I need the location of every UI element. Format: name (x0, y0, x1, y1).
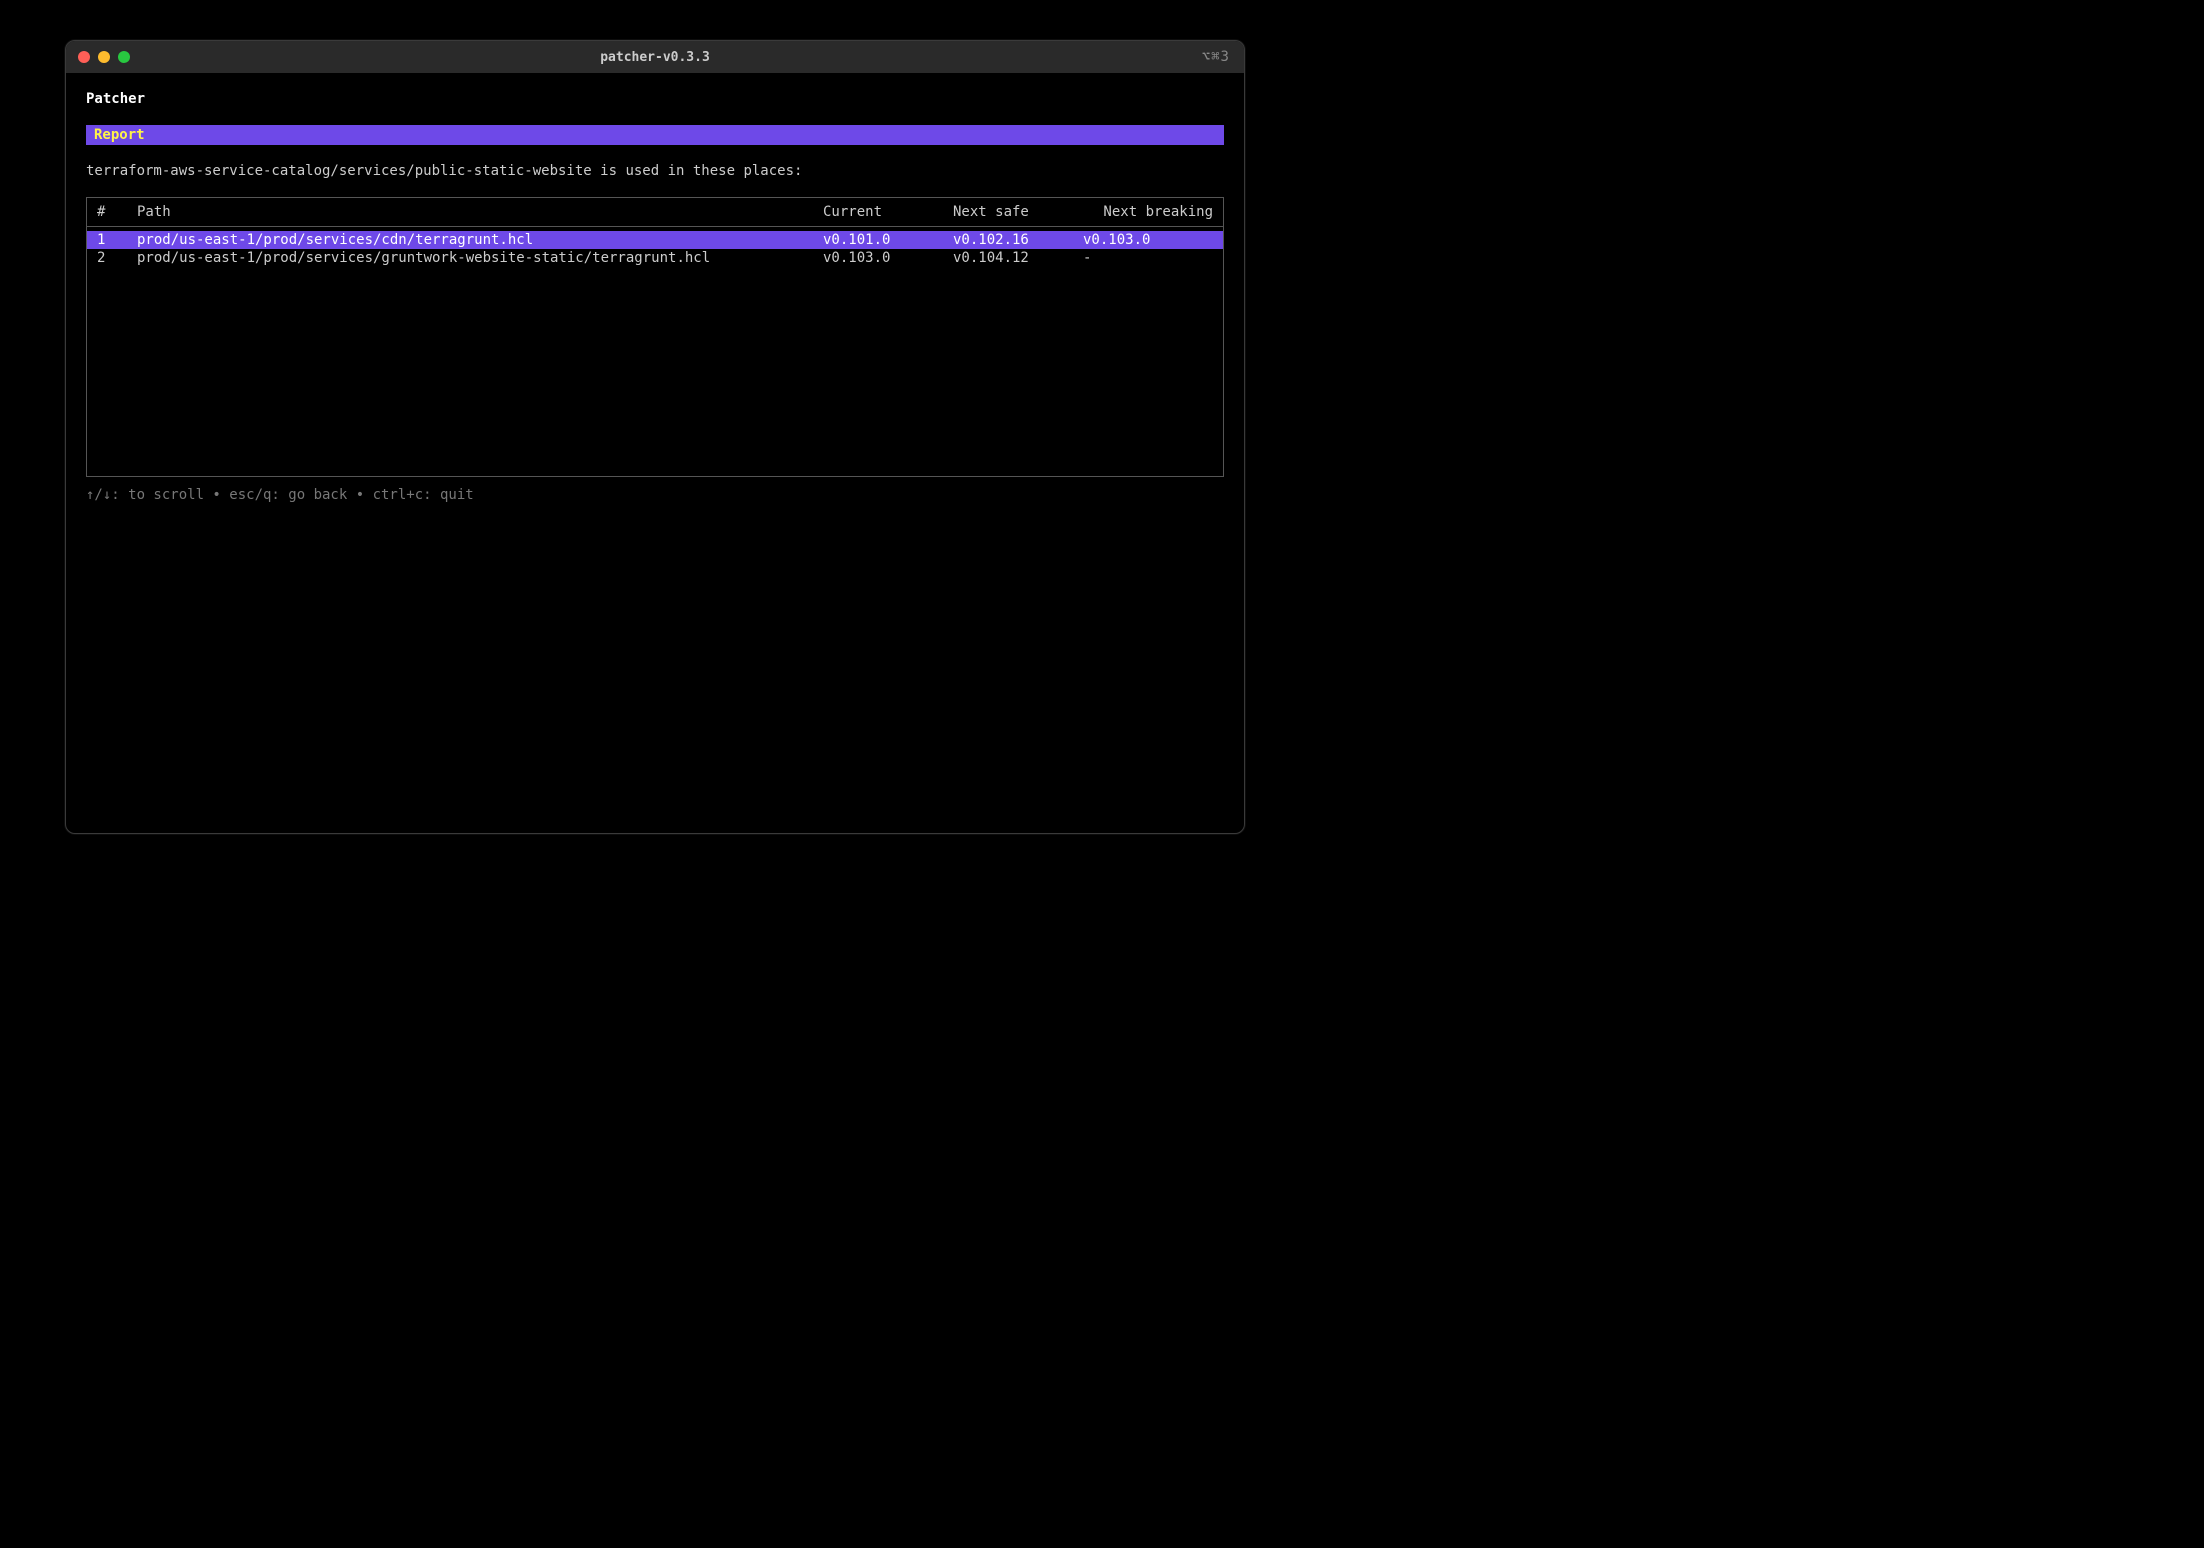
close-button[interactable] (78, 51, 90, 63)
cell-num: 2 (97, 250, 137, 266)
minimize-button[interactable] (98, 51, 110, 63)
usage-table: # Path Current Next safe Next breaking 1… (86, 197, 1224, 477)
section-label: Report (94, 127, 145, 143)
cell-next-safe: v0.102.16 (953, 232, 1083, 248)
header-next-safe: Next safe (953, 204, 1083, 220)
table-row[interactable]: 2prod/us-east-1/prod/services/gruntwork-… (87, 249, 1223, 267)
cell-current: v0.103.0 (823, 250, 953, 266)
table-body[interactable]: 1prod/us-east-1/prod/services/cdn/terrag… (87, 227, 1223, 267)
terminal-content: Patcher Report terraform-aws-service-cat… (66, 73, 1244, 833)
cell-num: 1 (97, 232, 137, 248)
app-title: Patcher (86, 91, 1224, 107)
cell-current: v0.101.0 (823, 232, 953, 248)
header-current: Current (823, 204, 953, 220)
header-path: Path (137, 204, 823, 220)
cell-next-breaking: v0.103.0 (1083, 232, 1213, 248)
window-title: patcher-v0.3.3 (600, 50, 710, 65)
section-bar: Report (86, 125, 1224, 145)
cell-path: prod/us-east-1/prod/services/cdn/terragr… (137, 232, 823, 248)
cell-next-breaking: - (1083, 250, 1213, 266)
traffic-lights (78, 51, 130, 63)
window-shortcut: ⌥⌘3 (1202, 49, 1230, 65)
cell-path: prod/us-east-1/prod/services/gruntwork-w… (137, 250, 823, 266)
cell-next-safe: v0.104.12 (953, 250, 1083, 266)
header-num: # (97, 204, 137, 220)
window-titlebar: patcher-v0.3.3 ⌥⌘3 (66, 41, 1244, 73)
usage-description: terraform-aws-service-catalog/services/p… (86, 163, 1224, 179)
maximize-button[interactable] (118, 51, 130, 63)
table-row[interactable]: 1prod/us-east-1/prod/services/cdn/terrag… (87, 231, 1223, 249)
header-next-breaking: Next breaking (1083, 204, 1213, 220)
table-header: # Path Current Next safe Next breaking (87, 198, 1223, 227)
keyboard-help: ↑/↓: to scroll • esc/q: go back • ctrl+c… (86, 487, 1224, 503)
terminal-window: patcher-v0.3.3 ⌥⌘3 Patcher Report terraf… (65, 40, 1245, 834)
